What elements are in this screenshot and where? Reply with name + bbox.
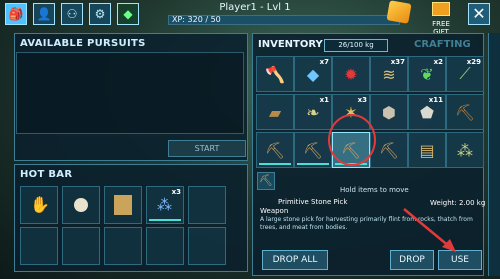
fiber-icon: ⟋ (459, 64, 471, 83)
pick-icon: ⛏ (454, 102, 476, 122)
selected-item-type: Weapon (260, 207, 289, 215)
green-seed-icon: ❦ (420, 64, 434, 84)
hotbar-slot[interactable] (104, 186, 142, 224)
close-button[interactable]: ✕ (468, 3, 490, 25)
hatchet-icon: 🪓 (265, 64, 285, 84)
move-hint: Hold items to move (340, 186, 409, 194)
settings-icon[interactable]: ⚙ (89, 3, 111, 25)
inventory-slot[interactable]: ❦ x2 (408, 56, 446, 92)
rock-icon: ⬢ (382, 102, 396, 122)
inventory-slot[interactable]: ▰ (256, 94, 294, 130)
hotbar-slot[interactable] (62, 186, 100, 224)
hotbar-slot[interactable]: ⁂ x3 (146, 186, 184, 224)
leaf-icon: ❧ (306, 102, 320, 122)
hotbar-slot[interactable] (20, 227, 58, 265)
flint-icon: ⬟ (420, 102, 434, 122)
pick-icon: ⛏ (302, 140, 324, 160)
hotbar-title: HOT BAR (20, 169, 73, 180)
inventory-slot[interactable]: ❧ x1 (294, 94, 332, 130)
pursuits-list (16, 52, 244, 134)
slot-qty: x37 (390, 58, 405, 66)
berries-icon: ⁂ (157, 196, 172, 214)
map-icon (114, 195, 132, 215)
tab-crafting[interactable]: CRAFTING (414, 36, 471, 53)
gem-icon[interactable] (386, 0, 412, 24)
drop-all-button[interactable]: DROP ALL (262, 250, 328, 270)
hand-icon: ✋ (30, 195, 50, 214)
selected-item-name: Primitive Stone Pick (278, 198, 348, 206)
slot-qty: x3 (171, 188, 181, 196)
stone-icon: ◆ (306, 64, 320, 84)
slot-qty: x29 (466, 58, 481, 66)
fiber-icon: ≋ (382, 64, 396, 84)
inventory-slot[interactable]: ⟋ x29 (446, 56, 484, 92)
slot-qty: x1 (319, 96, 329, 104)
slot-qty: x3 (357, 96, 367, 104)
backpack-icon[interactable]: 🎒 (5, 3, 27, 25)
inventory-slot[interactable]: ≋ x37 (370, 56, 408, 92)
inventory-slot[interactable]: 🪓 (256, 56, 294, 92)
xp-text: XP: 320 / 50 (172, 15, 221, 24)
player-icon[interactable]: 👤 (33, 3, 55, 25)
slot-qty: x2 (433, 58, 443, 66)
hotbar-slot[interactable] (62, 227, 100, 265)
crystal-icon[interactable]: ◆ (117, 3, 139, 25)
pick-icon: ⛏ (264, 140, 286, 160)
pointer-arrow (403, 208, 456, 252)
slot-qty: x11 (428, 96, 443, 104)
inventory-slot[interactable]: ⬢ (370, 94, 408, 130)
hotbar-slot[interactable] (188, 227, 226, 265)
inventory-slot[interactable]: ◆ x7 (294, 56, 332, 92)
inventory-slot[interactable]: ⬟ x11 (408, 94, 446, 130)
side-tab[interactable] (488, 33, 500, 276)
durability-bar (149, 219, 181, 221)
note-icon (74, 198, 88, 212)
tab-inventory[interactable]: INVENTORY (258, 36, 323, 53)
wood-icon: ▰ (268, 102, 282, 122)
inventory-slot[interactable]: ⛏ (446, 94, 484, 130)
selected-item-icon: ⛏ (257, 172, 275, 190)
durability-bar (297, 163, 329, 165)
inventory-slot[interactable]: ⁂ (446, 132, 484, 168)
gift-icon[interactable] (432, 2, 450, 16)
inventory-slot[interactable]: ⛏ (256, 132, 294, 168)
inventory-slot[interactable]: ✹ (332, 56, 370, 92)
pursuits-title: AVAILABLE PURSUITS (20, 38, 146, 49)
durability-bar (259, 163, 291, 165)
pick-icon: ⛏ (378, 140, 400, 160)
hotbar-slot[interactable] (104, 227, 142, 265)
berries-icon: ⁂ (457, 140, 473, 160)
start-button[interactable]: START (168, 140, 246, 157)
slot-qty: x7 (319, 58, 329, 66)
inventory-slot[interactable]: ▤ (408, 132, 446, 168)
hotbar-slot[interactable] (188, 186, 226, 224)
red-mushroom-icon: ✹ (344, 64, 358, 84)
hotbar-slot[interactable]: ✋ (20, 186, 58, 224)
weight-badge: 26/100 kg (324, 39, 388, 52)
tribe-icon[interactable]: ⚇ (61, 3, 83, 25)
highlight-circle (328, 114, 376, 166)
inventory-slot[interactable]: ⛏ (294, 132, 332, 168)
map-icon: ▤ (419, 140, 435, 160)
hotbar-slot[interactable] (146, 227, 184, 265)
player-title: Player1 - Lvl 1 (219, 2, 291, 13)
